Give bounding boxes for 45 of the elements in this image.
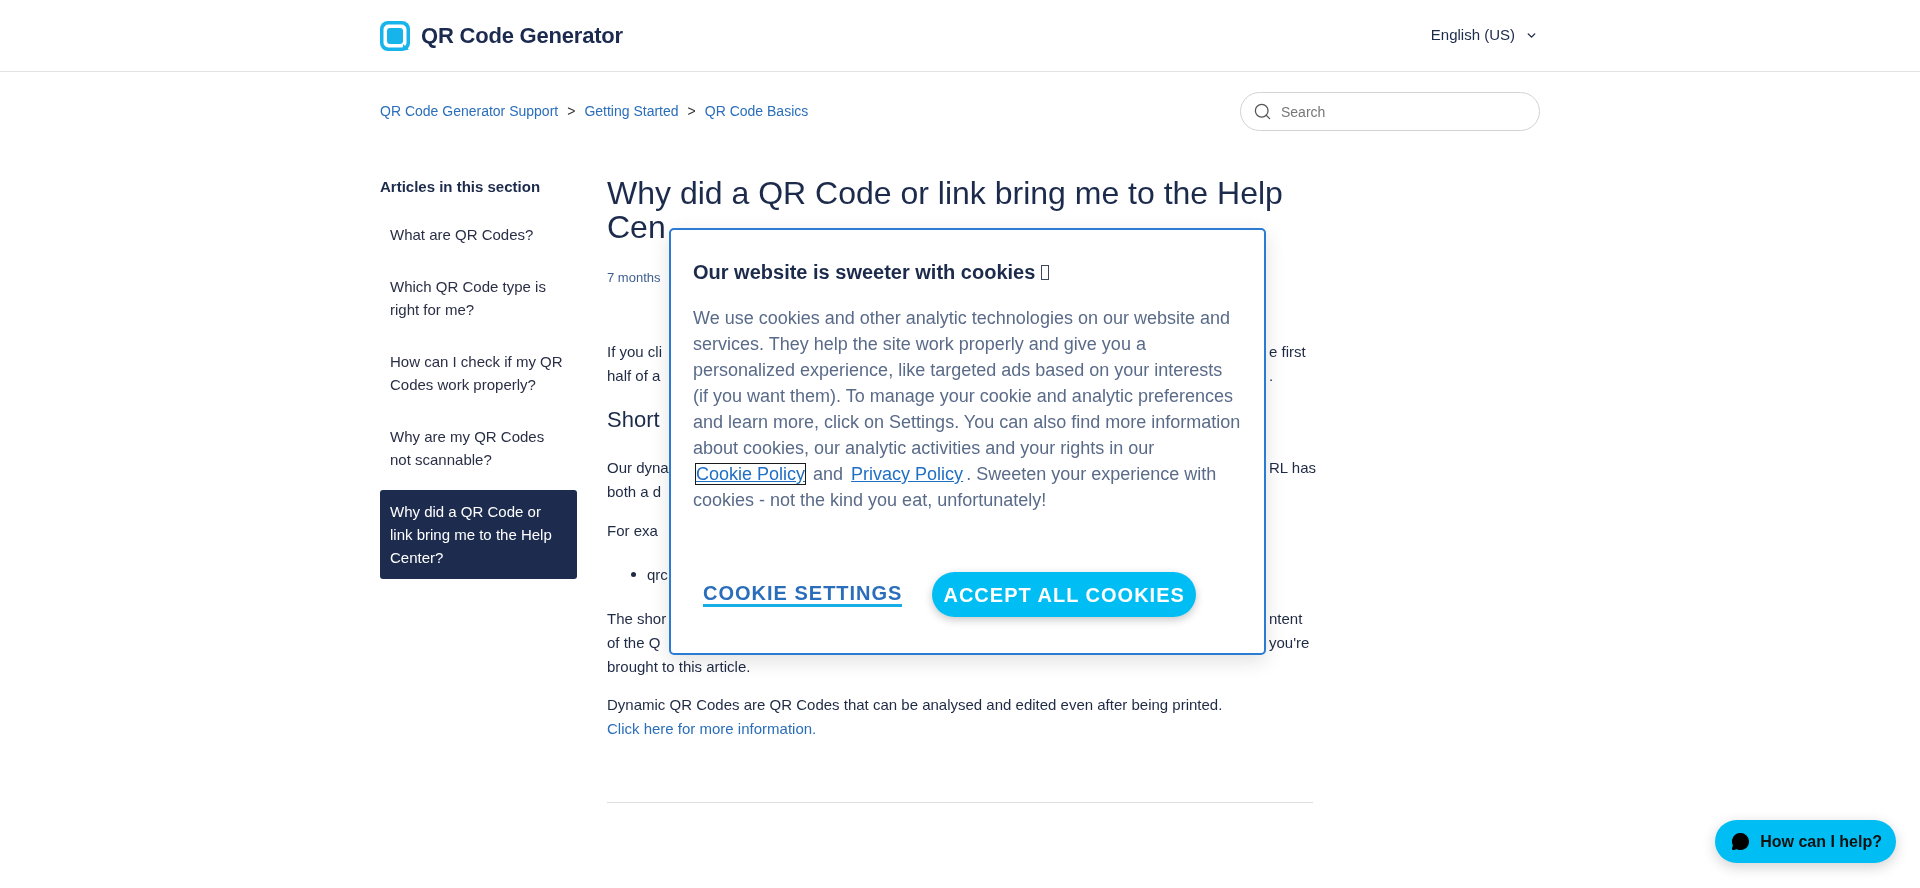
paragraph-text: both a d xyxy=(607,482,662,500)
sidebar-article-link[interactable]: Why did a QR Code or link bring me to the Help Center? xyxy=(380,490,577,579)
chat-help-button[interactable]: How can I help? xyxy=(1715,820,1896,863)
paragraph-text: Our dyna xyxy=(607,458,669,476)
language-selector[interactable]: English (US) xyxy=(1430,24,1540,47)
breadcrumb-link[interactable]: QR Code Basics xyxy=(704,101,809,122)
sidebar-article-link[interactable]: How can I check if my QR Codes work properly? xyxy=(380,340,577,406)
paragraph-text: RL has xyxy=(1269,458,1316,476)
logo-text[interactable]: QR Code Generator xyxy=(421,19,623,52)
section-heading: Short xyxy=(607,407,660,433)
bullet-icon xyxy=(631,571,636,577)
paragraph-text: e first xyxy=(1269,342,1306,360)
breadcrumb-link[interactable]: Getting Started xyxy=(584,101,679,122)
sidebar-article-link[interactable]: Why are my QR Codes not scannable? xyxy=(380,415,577,481)
paragraph-text: If you cli xyxy=(607,342,663,360)
chat-bubble-icon xyxy=(1731,832,1751,851)
breadcrumb-link[interactable]: QR Code Generator Support xyxy=(380,101,559,122)
sidebar-heading: Articles in this section xyxy=(380,177,542,197)
more-information-link[interactable]: Click here for more information. xyxy=(607,720,817,737)
article-date: 7 months xyxy=(607,269,661,287)
paragraph-text: ntent xyxy=(1269,609,1303,627)
breadcrumb-separator: > xyxy=(567,102,576,121)
paragraph-text: Dynamic QR Codes are QR Codes that can be analysed and edited even after being printed. Click here for more information. xyxy=(607,695,1224,739)
cookie-settings-button[interactable]: COOKIE SETTINGS xyxy=(703,582,903,607)
paragraph-text: half of a xyxy=(607,366,661,384)
sidebar-article-link[interactable]: What are QR Codes? xyxy=(380,213,577,256)
policy-link[interactable]: Privacy Policy xyxy=(851,464,964,484)
policy-link[interactable]: Cookie Policy xyxy=(696,464,806,484)
paragraph-text: you're xyxy=(1269,633,1310,651)
breadcrumb-separator: > xyxy=(687,102,696,121)
paragraph-text: brought to this article. xyxy=(607,657,751,675)
logo-icon[interactable] xyxy=(380,20,410,51)
paragraph-text: . xyxy=(1269,366,1274,384)
article-title: Why did a QR Code or link bring me to the Help xyxy=(607,176,1283,210)
search-field[interactable]: Search xyxy=(1240,92,1540,131)
cookie-notice-text: We use cookies and other analytic technologies on our website and services. They help the site work properly and give you a personalized experience, like targeted ads based on your interests (if you want them). To manage your cookie and analytic preferences and learn more, click on Settings. You can also find more information about cookies, our analytic activities and your rights in our Cookie Policy and Privacy Policy . Sweeten your experience with cookies - not the kind you eat, unfortunately! xyxy=(693,307,1242,512)
sidebar-article-link[interactable]: Which QR Code type is right for me? xyxy=(380,265,577,331)
paragraph-text: For exa xyxy=(607,521,658,539)
dialog-title: Our website is sweeter with cookies xyxy=(693,260,1036,285)
paragraph-text: of the Q xyxy=(607,633,661,651)
article-title: Cen xyxy=(607,210,666,244)
list-item-text: qrc xyxy=(647,565,668,583)
search-icon xyxy=(1253,102,1272,121)
paragraph-text: The shor xyxy=(607,609,667,627)
placeholder-glyph-icon xyxy=(1041,264,1050,280)
